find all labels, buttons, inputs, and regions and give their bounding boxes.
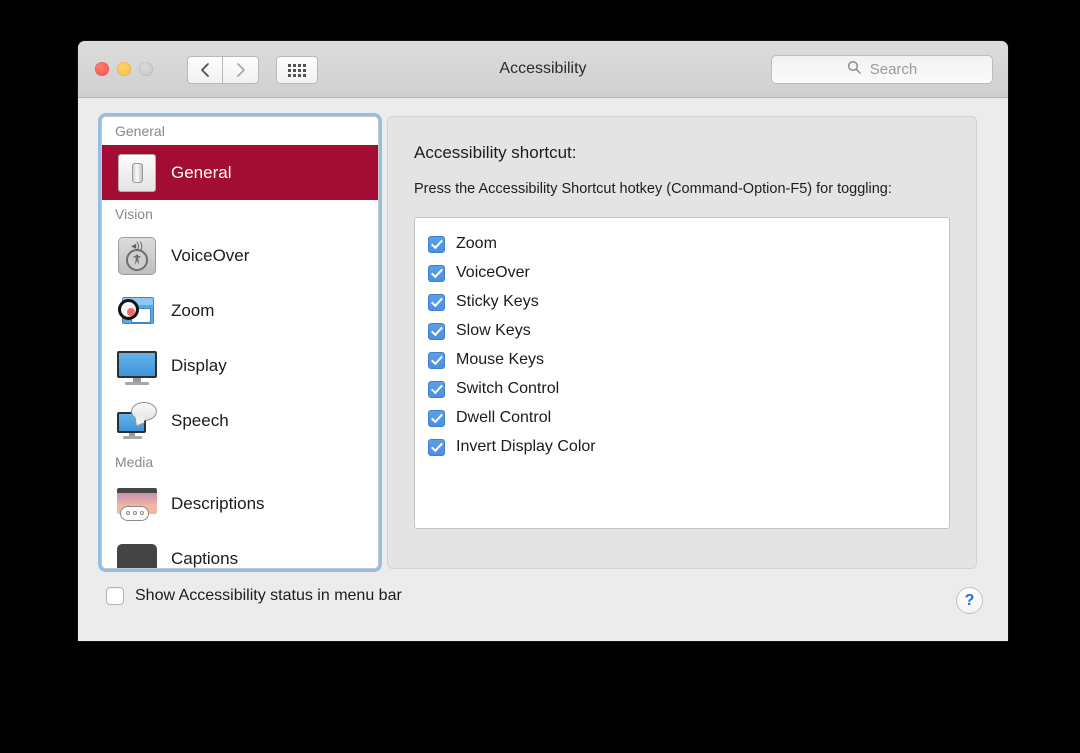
panes-container: General General Vision ◂)) VoiceOver Zoo… (101, 116, 985, 569)
question-mark-icon: ? (964, 591, 975, 609)
sidebar-group-header-media: Media (115, 454, 154, 470)
search-icon (847, 60, 861, 79)
sidebar-item-label: Zoom (171, 300, 215, 320)
checkbox[interactable] (428, 264, 445, 282)
sidebar-item-label: Captions (171, 548, 239, 568)
sidebar-item-voiceover[interactable]: ◂)) VoiceOver (102, 228, 378, 283)
panel-description: Press the Accessibility Shortcut hotkey … (414, 181, 892, 197)
sidebar-item-descriptions[interactable]: Descriptions (102, 476, 378, 531)
sidebar-item-captions[interactable]: Captions (102, 531, 378, 568)
checkbox[interactable] (428, 322, 445, 340)
descriptions-icon (116, 483, 158, 525)
voiceover-icon: ◂)) (116, 235, 158, 277)
sidebar-item-label: VoiceOver (171, 245, 250, 265)
sidebar-scroll-area[interactable]: General General Vision ◂)) VoiceOver Zoo… (102, 117, 378, 568)
shortcut-option-dwell-control[interactable]: Dwell Control (428, 404, 949, 433)
shortcut-option-label: Zoom (456, 235, 497, 253)
search-field[interactable]: Search (771, 55, 993, 84)
shortcut-option-sticky-keys[interactable]: Sticky Keys (428, 288, 949, 317)
sidebar-group-header-vision: Vision (115, 206, 153, 222)
show-status-in-menu-bar-checkbox[interactable] (106, 587, 124, 605)
sidebar-item-general[interactable]: General (102, 145, 378, 200)
checkbox[interactable] (428, 235, 445, 253)
speech-bubble-icon (116, 400, 158, 442)
accessibility-shortcut-panel: Accessibility shortcut: Press the Access… (387, 116, 977, 569)
checkbox[interactable] (428, 380, 445, 398)
light-switch-icon (116, 152, 158, 194)
panel-title: Accessibility shortcut: (414, 143, 577, 162)
system-preferences-window: Accessibility Search General General Vis… (78, 41, 1008, 641)
sidebar-item-speech[interactable]: Speech (102, 393, 378, 448)
sidebar-item-display[interactable]: Display (102, 338, 378, 393)
window-footer: Show Accessibility status in menu bar ? (78, 569, 1008, 641)
shortcut-option-slow-keys[interactable]: Slow Keys (428, 317, 949, 346)
zoom-loupe-icon (116, 290, 158, 332)
help-button[interactable]: ? (956, 587, 983, 614)
shortcut-option-label: Dwell Control (456, 409, 552, 427)
accessibility-feature-list[interactable]: General General Vision ◂)) VoiceOver Zoo… (101, 116, 379, 569)
sidebar-item-label: Descriptions (171, 493, 265, 513)
shortcut-option-label: Sticky Keys (456, 293, 539, 311)
desktop-background: Accessibility Search General General Vis… (0, 0, 1080, 753)
shortcut-option-switch-control[interactable]: Switch Control (428, 375, 949, 404)
shortcut-option-label: Switch Control (456, 380, 560, 398)
captions-icon (116, 538, 158, 568)
sidebar-group-header-general: General (115, 123, 165, 139)
shortcut-options-list[interactable]: Zoom VoiceOver Sticky Keys Slow Keys Mou… (414, 216, 950, 529)
display-monitor-icon (116, 345, 158, 387)
sidebar-item-zoom[interactable]: Zoom (102, 283, 378, 338)
shortcut-option-voiceover[interactable]: VoiceOver (428, 259, 949, 288)
shortcut-option-label: Slow Keys (456, 322, 531, 340)
window-body: General General Vision ◂)) VoiceOver Zoo… (78, 98, 1008, 641)
shortcut-option-zoom[interactable]: Zoom (428, 230, 949, 259)
shortcut-option-label: VoiceOver (456, 264, 530, 282)
shortcut-option-mouse-keys[interactable]: Mouse Keys (428, 346, 949, 375)
checkbox[interactable] (428, 438, 445, 456)
shortcut-option-label: Mouse Keys (456, 351, 545, 369)
checkbox[interactable] (428, 293, 445, 311)
window-titlebar: Accessibility Search (78, 41, 1008, 98)
show-status-in-menu-bar-row[interactable]: Show Accessibility status in menu bar (106, 587, 402, 605)
shortcut-option-invert-display-color[interactable]: Invert Display Color (428, 433, 949, 462)
show-status-in-menu-bar-label: Show Accessibility status in menu bar (135, 587, 402, 604)
search-placeholder: Search (869, 61, 918, 78)
sidebar-item-label: General (171, 162, 232, 182)
checkbox[interactable] (428, 409, 445, 427)
sidebar-item-label: Display (171, 355, 227, 375)
shortcut-option-label: Invert Display Color (456, 438, 596, 456)
sidebar-item-label: Speech (171, 410, 229, 430)
checkbox[interactable] (428, 351, 445, 369)
